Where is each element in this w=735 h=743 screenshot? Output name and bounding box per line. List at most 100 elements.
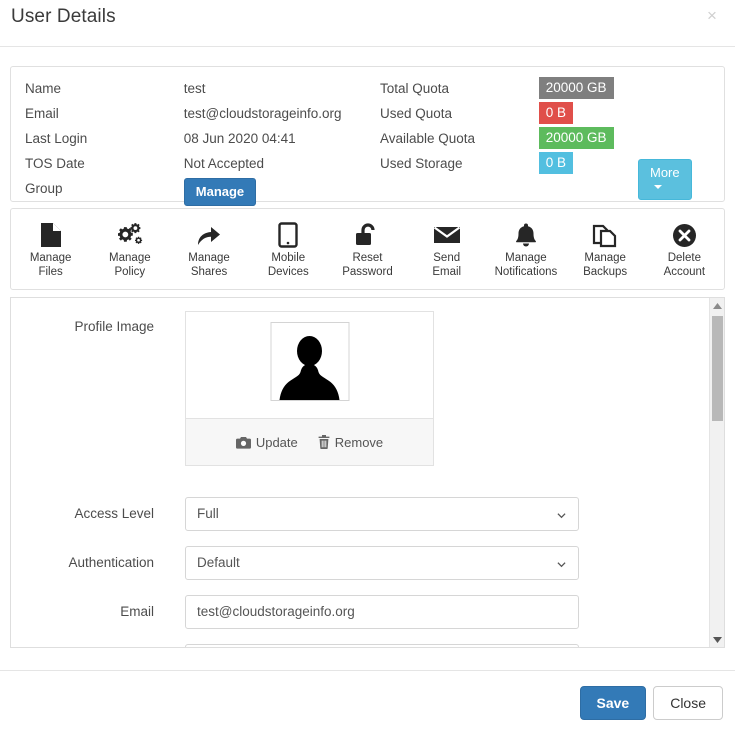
close-button[interactable]: Close (653, 686, 723, 720)
info-label-used-quota: Used Quota (380, 106, 453, 121)
caret-down-icon[interactable] (710, 632, 724, 647)
authentication-select[interactable]: Default (185, 546, 579, 580)
email-field[interactable]: test@cloudstorageinfo.org (185, 595, 579, 629)
update-profile-image-button[interactable]: Update (235, 434, 298, 450)
toolbar-label-line1: Manage (505, 252, 547, 264)
toolbar-item-manage-backups[interactable]: Manage Backups (566, 222, 645, 279)
info-label-last-login: Last Login (25, 131, 88, 146)
email-field-value: test@cloudstorageinfo.org (197, 604, 355, 619)
info-row-last-login: Last Login 08 Jun 2020 04:41 (25, 126, 342, 151)
info-label-group: Group (25, 181, 63, 196)
remove-profile-image-label: Remove (334, 434, 384, 450)
status-badge-used-quota: 0 B (538, 102, 574, 125)
vertical-scrollbar[interactable] (709, 298, 724, 647)
info-row-name: Name test (25, 76, 342, 101)
remove-profile-image-button[interactable]: Remove (318, 435, 383, 450)
trash-icon (318, 435, 330, 449)
toolbar-item-reset-password[interactable]: Reset Password (328, 222, 407, 279)
profile-image-box: Update Remove (185, 311, 434, 466)
group-manage-button[interactable]: Manage (183, 178, 257, 206)
toolbar-label-line1: Manage (29, 252, 72, 264)
copy-files-icon (566, 222, 645, 248)
access-level-select[interactable]: Full (185, 497, 579, 531)
more-dropdown-button[interactable]: More (638, 159, 692, 200)
toolbar-item-manage-policy[interactable]: Manage Policy (90, 222, 169, 279)
group-manage-button-wrap: Manage (183, 178, 257, 206)
status-badge-total-quota: 20000 GB (538, 77, 614, 100)
close-icon[interactable]: × (701, 5, 723, 27)
toolbar-item-delete-account[interactable]: Delete Account (645, 222, 724, 279)
info-row-email: Email test@cloudstorageinfo.org (25, 101, 342, 126)
update-profile-image-label: Update (255, 434, 298, 450)
toolbar-label-line1: Reset (352, 252, 383, 264)
status-badge-used-storage: 0 B (538, 152, 574, 175)
toolbar-label-line1: Manage (188, 252, 230, 264)
info-row-available-quota: Available Quota 20000 GB (380, 126, 614, 151)
info-value-email: test@cloudstorageinfo.org (183, 106, 342, 121)
scroll-thumb[interactable] (712, 316, 723, 421)
form-label-authentication: Authentication (68, 555, 154, 570)
form-label-access-level: Access Level (74, 506, 154, 521)
toolbar-label-line1: Mobile (271, 252, 306, 264)
status-badge-available-quota: 20000 GB (538, 127, 614, 150)
next-field-partial[interactable] (185, 644, 579, 647)
user-info-panel: Name test Email test@cloudstorageinfo.or… (10, 66, 725, 206)
info-label-used-storage: Used Storage (380, 156, 463, 171)
info-row-total-quota: Total Quota 20000 GB (380, 76, 614, 101)
camera-icon (235, 436, 251, 449)
page-title: User Details (11, 6, 116, 27)
modal-header: User Details × (0, 0, 735, 47)
toolbar-label-line2: Shares (190, 266, 228, 278)
toolbar-label-line1: Manage (584, 252, 626, 264)
action-toolbar: Manage Files Manage Policy Manage Shares (10, 208, 725, 290)
toolbar-label-line2: Files (38, 266, 63, 278)
toolbar-label-line2: Notifications (494, 266, 558, 278)
toolbar-label-line1: Manage (109, 252, 151, 264)
modal-footer: Save Close (0, 670, 735, 743)
toolbar-item-manage-shares[interactable]: Manage Shares (169, 222, 248, 279)
info-row-group: Group Manage (25, 176, 342, 206)
delete-circle-icon (645, 222, 724, 248)
toolbar-item-manage-notifications[interactable]: Manage Notifications (486, 222, 565, 279)
user-silhouette-icon (279, 336, 340, 400)
info-value-name: test (183, 81, 206, 96)
save-button[interactable]: Save (579, 686, 647, 720)
info-row-used-storage: Used Storage 0 B (380, 151, 614, 176)
toolbar-label-line1: Send (433, 252, 461, 264)
user-info-right-column: Total Quota 20000 GB Used Quota 0 B Avai… (380, 76, 692, 200)
footer-buttons: Save Close (579, 686, 723, 720)
file-icon (11, 222, 90, 248)
more-button-wrap: More (638, 159, 692, 200)
toolbar-item-manage-files[interactable]: Manage Files (11, 222, 90, 279)
info-value-last-login: 08 Jun 2020 04:41 (183, 131, 296, 146)
info-value-tos-date: Not Accepted (183, 156, 265, 171)
toolbar-item-send-email[interactable]: Send Email (407, 222, 486, 279)
info-label-total-quota: Total Quota (380, 81, 450, 96)
toolbar-label-line2: Devices (267, 266, 309, 278)
form-label-email: Email (120, 604, 154, 619)
info-label-tos-date: TOS Date (25, 156, 85, 171)
more-dropdown-label: More (650, 165, 680, 180)
toolbar-item-mobile-devices[interactable]: Mobile Devices (249, 222, 328, 279)
tablet-icon (249, 222, 328, 248)
toolbar-label-line2: Backups (583, 266, 628, 278)
avatar (270, 322, 349, 401)
user-info-left-column: Name test Email test@cloudstorageinfo.or… (25, 76, 342, 206)
chevron-down-icon (654, 184, 662, 189)
authentication-value: Default (197, 555, 240, 570)
info-label-available-quota: Available Quota (380, 131, 476, 146)
access-level-value: Full (197, 506, 219, 521)
info-label-name: Name (25, 81, 62, 96)
bell-icon (486, 222, 565, 248)
envelope-icon (407, 222, 486, 248)
gears-icon (90, 222, 169, 248)
toolbar-label-line2: Email (432, 266, 462, 278)
caret-up-icon[interactable] (710, 298, 724, 313)
unlock-icon (328, 222, 407, 248)
form-label-profile-image: Profile Image (74, 319, 154, 334)
info-row-tos-date: TOS Date Not Accepted (25, 151, 342, 176)
info-label-email: Email (25, 106, 59, 121)
chevron-down-icon (557, 513, 566, 519)
toolbar-label-line1: Delete (667, 252, 701, 264)
user-form-scroll-panel: Profile Image Update Remove Access Level… (10, 297, 725, 648)
